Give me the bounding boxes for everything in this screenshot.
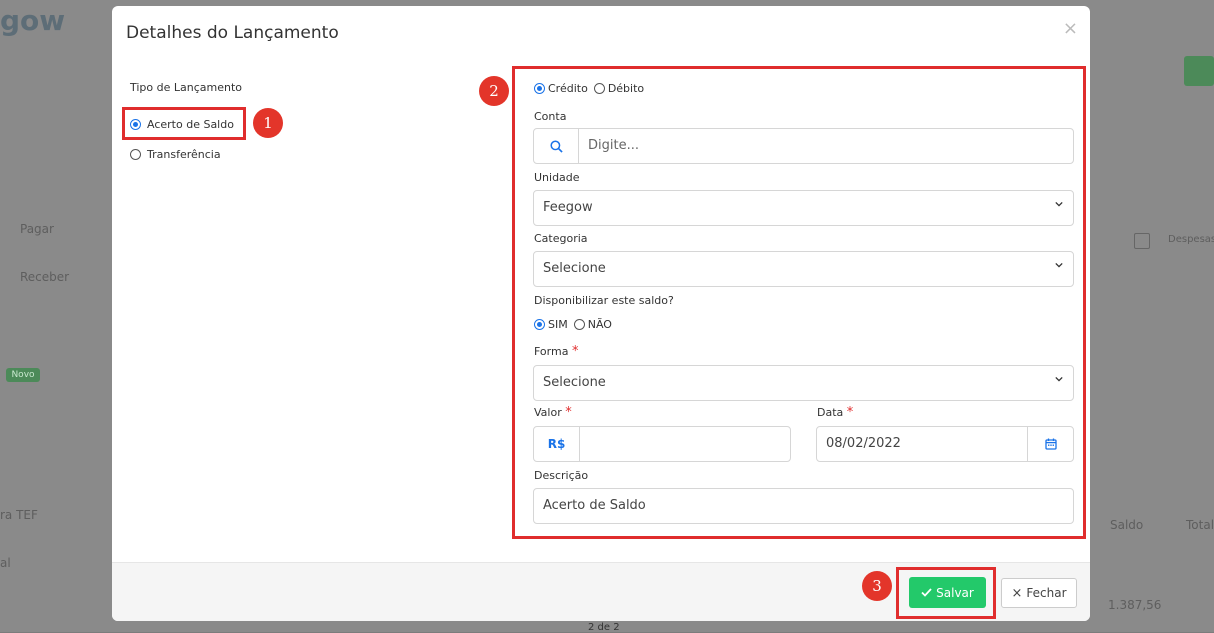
close-x-icon: × (1011, 585, 1023, 601)
bg-green-button (1184, 56, 1214, 86)
bg-right-item: Despesas (1168, 234, 1214, 245)
bg-right-item: Total (1186, 518, 1214, 532)
bg-side-item: al (0, 556, 11, 570)
bg-side-item: Receber (20, 270, 70, 284)
modal-title: Detalhes do Lançamento (126, 23, 339, 43)
bg-side-item: ra TEF (0, 508, 38, 522)
close-label: Fechar (1026, 586, 1067, 600)
annotation-box-3 (896, 567, 996, 619)
launch-type-label: Tipo de Lançamento (130, 81, 243, 94)
annotation-box-1 (122, 107, 246, 140)
bg-new-badge: Novo (6, 368, 40, 382)
radio-transferencia[interactable] (130, 149, 141, 160)
app-logo: gow (0, 4, 66, 37)
bg-side-item: Pagar (20, 222, 54, 236)
annotation-badge-3: 3 (862, 571, 892, 601)
close-button[interactable]: × Fechar (1001, 578, 1077, 608)
annotation-badge-2: 2 (479, 76, 509, 106)
option-label: Transferência (147, 148, 221, 161)
annotation-box-2 (512, 66, 1086, 539)
bg-right-item: Saldo (1110, 518, 1144, 532)
close-icon[interactable]: × (1063, 18, 1078, 39)
page-indicator: 2 de 2 (588, 622, 620, 633)
bg-checkbox (1134, 233, 1150, 249)
modal-header: Detalhes do Lançamento × (112, 6, 1090, 64)
annotation-badge-1: 1 (253, 108, 283, 138)
bg-right-item: 1.387,56 (1108, 598, 1162, 612)
launch-type-option-transferencia[interactable]: Transferência (130, 148, 221, 161)
